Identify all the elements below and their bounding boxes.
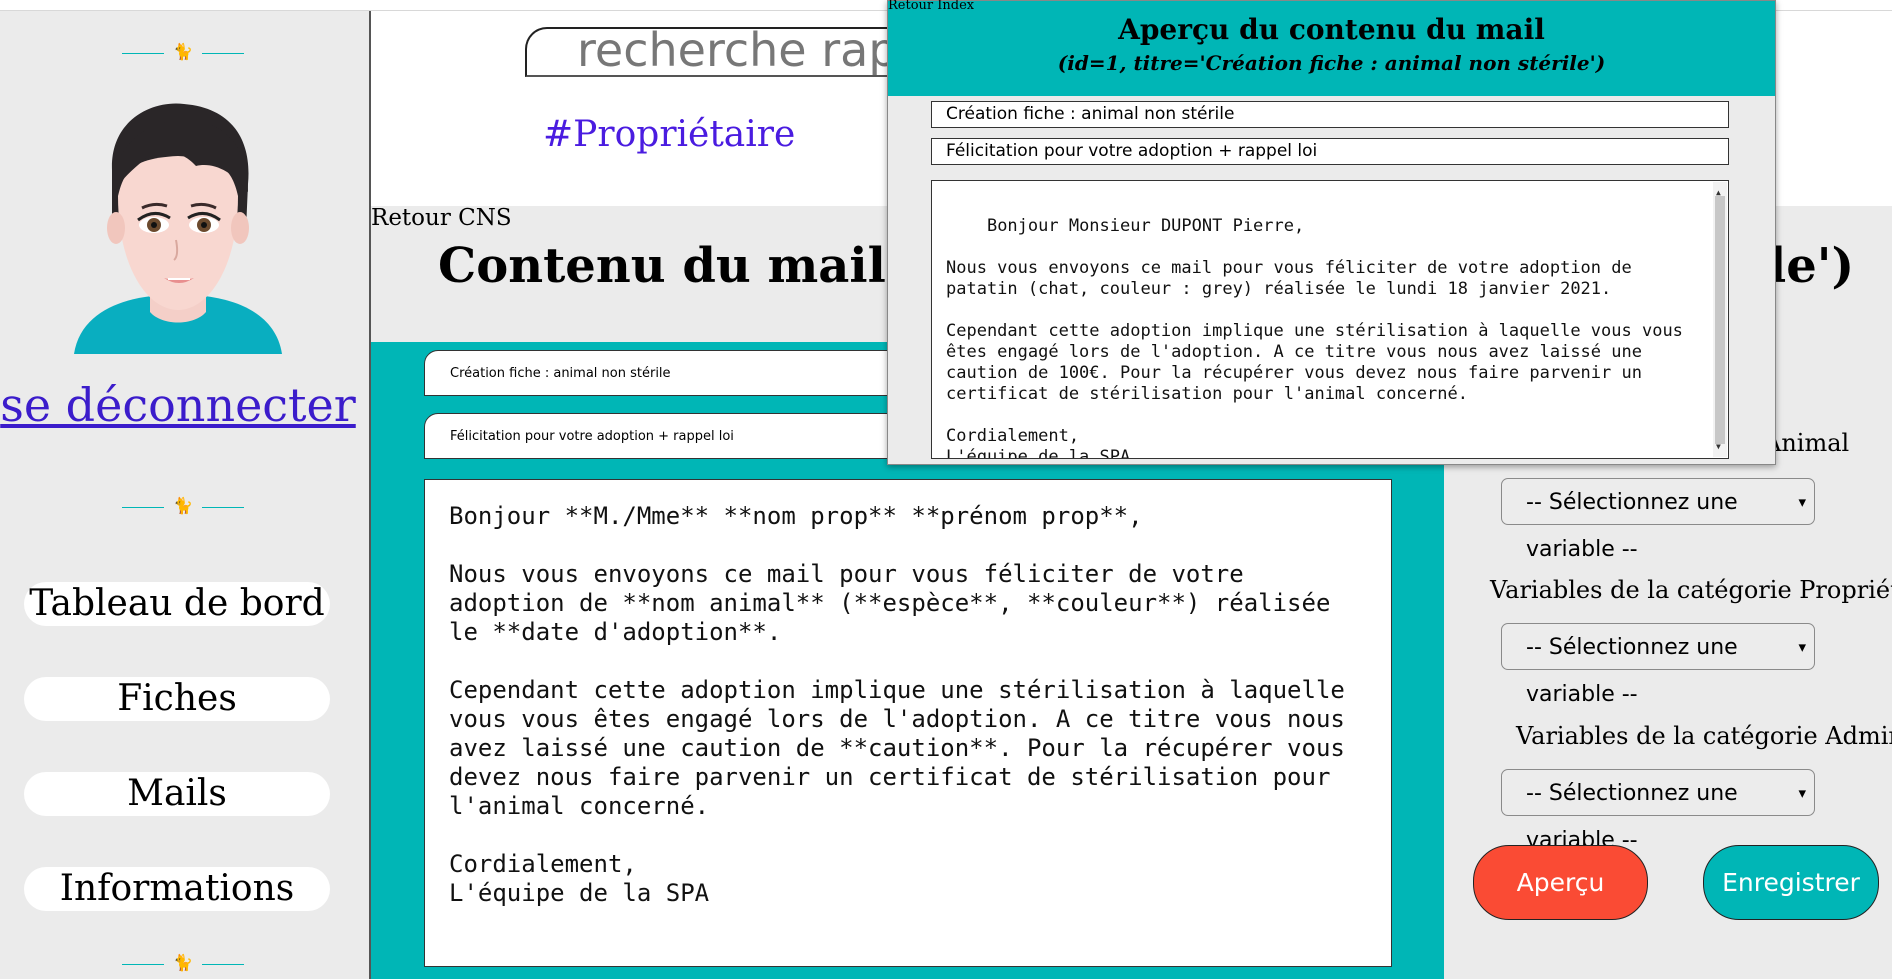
logout-link[interactable]: se déconnecter: [0, 378, 356, 432]
popup-title: Aperçu du contenu du mail: [1118, 13, 1545, 46]
popup-body-textarea[interactable]: Bonjour Monsieur DUPONT Pierre, Nous vou…: [931, 180, 1729, 459]
preview-popup: Retour Index Aperçu du contenu du mail (…: [887, 0, 1776, 465]
cat-icon: 🐈: [173, 953, 193, 972]
mail-body-textarea[interactable]: Bonjour **M./Mme** **nom prop** **prénom…: [424, 479, 1392, 967]
chevron-down-icon: ▾: [1798, 493, 1806, 511]
chevron-down-icon: ▾: [1798, 784, 1806, 802]
scroll-thumb[interactable]: [1715, 196, 1725, 444]
animal-variable-select[interactable]: -- Sélectionnez une variable -- ▾: [1501, 478, 1815, 562]
object-field[interactable]: Félicitation pour votre adoption + rappe…: [424, 413, 944, 459]
popup-subject-field[interactable]: Création fiche : animal non stérile: [931, 101, 1729, 128]
page-title-tail: le'): [1768, 238, 1855, 294]
admin-variable-select[interactable]: -- Sélectionnez une variable -- ▾: [1501, 769, 1815, 853]
search-placeholder: recherche rap: [577, 27, 898, 77]
nav-mails-button[interactable]: Mails: [24, 772, 330, 816]
save-button[interactable]: Enregistrer: [1703, 845, 1879, 920]
cat-icon: 🐈: [173, 496, 193, 515]
sidebar-divider: 🐈: [122, 953, 244, 972]
proprietaire-variable-select[interactable]: -- Sélectionnez une variable -- ▾: [1501, 623, 1815, 707]
avatar: [74, 103, 282, 354]
preview-button[interactable]: Aperçu: [1473, 845, 1648, 920]
subject-field[interactable]: Création fiche : animal non stérile: [424, 350, 944, 396]
animal-variables-label: Animal: [1764, 429, 1850, 457]
popup-scrollbar[interactable]: ▲ ▼: [1713, 182, 1727, 457]
popup-subtitle: (id=1, titre='Création fiche : animal no…: [1057, 51, 1606, 75]
sidebar-divider: 🐈: [122, 42, 244, 61]
admin-variables-label: Variables de la catégorie Admin: [1516, 722, 1892, 750]
nav-dashboard-button[interactable]: Tableau de bord: [24, 582, 330, 626]
cat-icon: 🐈: [173, 42, 193, 61]
sidebar-divider: 🐈: [122, 496, 244, 515]
scroll-down-icon[interactable]: ▼: [1716, 436, 1721, 457]
popup-back-link[interactable]: Retour Index: [888, 0, 974, 13]
back-link[interactable]: Retour CNS: [371, 205, 512, 231]
hashtag-link[interactable]: #Propriétaire: [543, 114, 795, 155]
popup-object-field[interactable]: Félicitation pour votre adoption + rappe…: [931, 138, 1729, 165]
chevron-down-icon: ▾: [1798, 638, 1806, 656]
nav-fiches-button[interactable]: Fiches: [24, 677, 330, 721]
popup-body-text: Bonjour Monsieur DUPONT Pierre, Nous vou…: [946, 216, 1683, 459]
popup-header: Retour Index Aperçu du contenu du mail (…: [888, 0, 1775, 96]
nav-informations-button[interactable]: Informations: [24, 867, 330, 911]
proprietaire-variables-label: Variables de la catégorie Propriétaire: [1490, 576, 1892, 604]
